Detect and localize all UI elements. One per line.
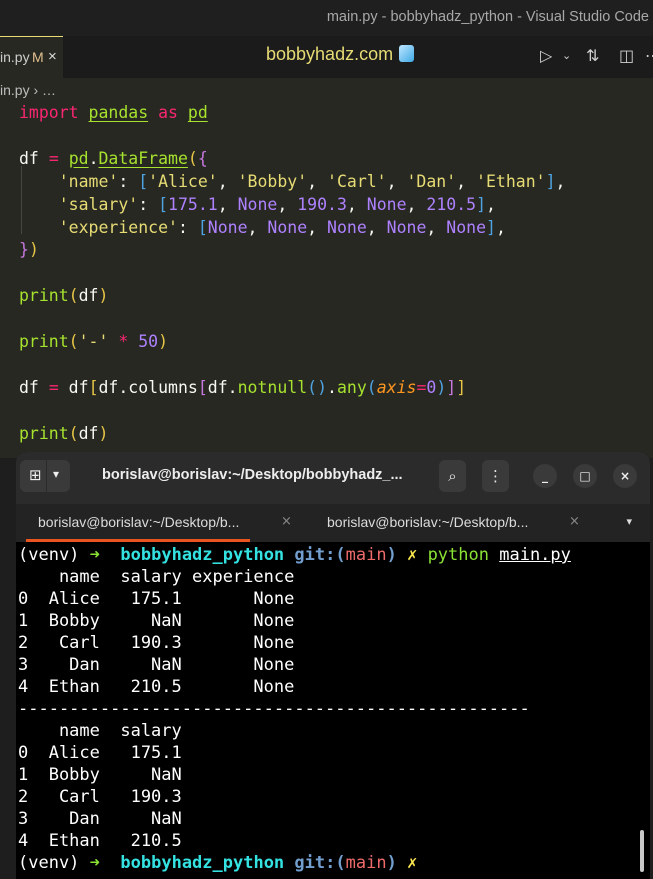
- run-icon[interactable]: ▷: [540, 46, 552, 65]
- code-line: 'experience': [None, None, None, None, N…: [58, 217, 506, 237]
- output-line: 1 Bobby NaN: [18, 765, 182, 785]
- code-line: print(df): [19, 286, 109, 306]
- terminal-window[interactable]: ⊞ ▾ borislav@borislav:~/Desktop/bobbyhad…: [16, 452, 650, 879]
- code-line: print('-' * 50): [19, 332, 169, 352]
- close-tab-icon[interactable]: ×: [48, 48, 57, 65]
- output-line: 4 Ethan 210.5: [18, 831, 182, 851]
- close-icon: ×: [619, 469, 631, 483]
- terminal-tab-bar: borislav@borislav:~/Desktop/b... × boris…: [16, 504, 650, 542]
- code-line: 'name': ['Alice', 'Bobby', 'Carl', 'Dan'…: [58, 171, 566, 191]
- code-line: df = pd.DataFrame({: [19, 148, 208, 168]
- output-line: name salary: [18, 721, 182, 741]
- close-window-button[interactable]: ×: [613, 464, 637, 488]
- editor-tab-main-py[interactable]: in.py M ×: [0, 36, 63, 78]
- terminal-scrollbar[interactable]: [640, 830, 644, 872]
- window-title: main.py - bobbyhadz_python - Visual Stud…: [326, 9, 649, 25]
- maximize-icon: □: [579, 469, 591, 483]
- prompt-line: (venv) ➜ bobbyhadz_python git:(main) ✗ p…: [18, 545, 571, 565]
- search-button[interactable]: ⌕: [439, 460, 466, 492]
- title-bar: main.py - bobbyhadz_python - Visual Stud…: [0, 0, 653, 36]
- compare-changes-icon[interactable]: ⇅: [586, 46, 599, 65]
- brand-text: bobbyhadz.com: [266, 44, 394, 64]
- brand-label: bobbyhadz.com: [266, 44, 415, 65]
- tab-filename: in.py: [0, 49, 30, 65]
- run-dropdown-icon[interactable]: ⌄: [562, 49, 571, 62]
- terminal-output: (venv) ➜ bobbyhadz_python git:(main) ✗ p…: [18, 544, 571, 874]
- terminal-title: borislav@borislav:~/Desktop/bobbyhadz_..…: [102, 467, 403, 483]
- cube-icon: [399, 45, 415, 62]
- code-editor[interactable]: import pandas as pd df = pd.DataFrame({ …: [19, 102, 565, 446]
- output-line: 3 Dan NaN None: [18, 655, 295, 675]
- kebab-menu-icon: ⋮: [488, 467, 503, 485]
- separator-line: ----------------------------------------…: [18, 699, 530, 719]
- more-actions-icon[interactable]: ⋯: [645, 46, 653, 65]
- terminal-header: ⊞ ▾ borislav@borislav:~/Desktop/bobbyhad…: [16, 452, 650, 504]
- minimize-icon: _: [542, 469, 548, 483]
- close-tab-1-icon[interactable]: ×: [281, 514, 292, 529]
- output-line: 1 Bobby NaN None: [18, 611, 295, 631]
- code-line: 'salary': [175.1, None, 190.3, None, 210…: [58, 194, 496, 214]
- close-tab-2-icon[interactable]: ×: [569, 514, 580, 529]
- modified-badge: M: [32, 49, 44, 65]
- menu-button[interactable]: ⋮: [482, 460, 509, 492]
- tabs-dropdown-icon[interactable]: ▾: [626, 515, 632, 528]
- output-line: name salary experience: [18, 567, 295, 587]
- output-line: 4 Ethan 210.5 None: [18, 677, 295, 697]
- divider: [46, 460, 47, 492]
- output-line: 2 Carl 190.3 None: [18, 633, 295, 653]
- output-line: 0 Alice 175.1: [18, 743, 182, 763]
- code-line: import pandas as pd: [19, 103, 208, 122]
- code-line: }): [19, 240, 39, 260]
- output-line: 3 Dan NaN: [18, 809, 182, 829]
- output-line: 0 Alice 175.1 None: [18, 589, 295, 609]
- minimize-button[interactable]: _: [533, 464, 557, 488]
- code-line: print(df): [19, 423, 109, 443]
- terminal-tab-1[interactable]: borislav@borislav:~/Desktop/b...: [38, 514, 239, 530]
- active-tab-indicator: [26, 539, 250, 542]
- new-tab-icon: ⊞: [29, 466, 42, 484]
- new-tab-dropdown-icon[interactable]: ▾: [53, 467, 59, 481]
- breadcrumb[interactable]: in.py › …: [0, 82, 56, 98]
- new-tab-button[interactable]: ⊞ ▾: [20, 460, 70, 492]
- terminal-tab-2[interactable]: borislav@borislav:~/Desktop/b...: [327, 514, 528, 530]
- output-line: 2 Carl 190.3: [18, 787, 182, 807]
- search-icon: ⌕: [448, 467, 457, 485]
- prompt-line: (venv) ➜ bobbyhadz_python git:(main) ✗: [18, 853, 418, 873]
- split-editor-icon[interactable]: ◫: [619, 46, 634, 65]
- maximize-button[interactable]: □: [573, 464, 597, 488]
- code-line: df = df[df.columns[df.notnull().any(axis…: [19, 377, 467, 397]
